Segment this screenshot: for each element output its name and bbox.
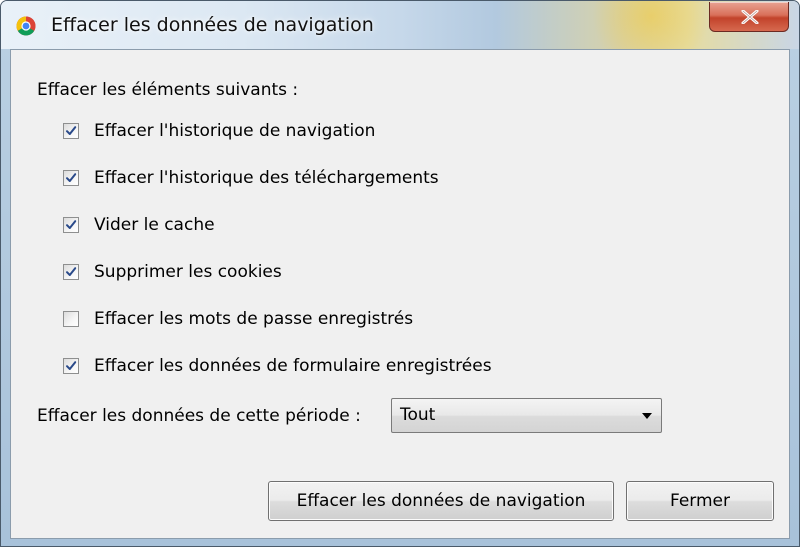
- checkbox[interactable]: [63, 358, 79, 374]
- option-row[interactable]: Effacer les mots de passe enregistrés: [63, 308, 413, 330]
- option-row[interactable]: Supprimer les cookies: [63, 261, 282, 283]
- close-icon: [741, 10, 759, 24]
- option-label: Supprimer les cookies: [94, 262, 282, 282]
- checkbox[interactable]: [63, 217, 79, 233]
- checkmark-icon: [66, 267, 77, 276]
- option-row[interactable]: Effacer l'historique des téléchargements: [63, 167, 439, 189]
- option-row[interactable]: Effacer les données de formulaire enregi…: [63, 355, 492, 377]
- option-label: Vider le cache: [94, 215, 215, 235]
- background-blur-highlight: [581, 1, 721, 49]
- dialog-content: Effacer les éléments suivants : Effacer …: [10, 49, 790, 539]
- option-row[interactable]: Effacer l'historique de navigation: [63, 120, 375, 142]
- clear-data-button[interactable]: Effacer les données de navigation: [268, 481, 614, 521]
- title-bar[interactable]: Effacer les données de navigation: [1, 1, 799, 49]
- chrome-icon: [16, 16, 36, 36]
- checkmark-icon: [66, 361, 77, 370]
- option-label: Effacer l'historique des téléchargements: [94, 168, 439, 188]
- clear-items-heading: Effacer les éléments suivants :: [37, 80, 299, 100]
- window-title: Effacer les données de navigation: [51, 14, 374, 36]
- option-row[interactable]: Vider le cache: [63, 214, 215, 236]
- checkbox[interactable]: [63, 170, 79, 186]
- period-select[interactable]: Tout: [391, 398, 662, 433]
- close-button[interactable]: Fermer: [626, 481, 774, 521]
- checkmark-icon: [66, 220, 77, 229]
- option-label: Effacer les mots de passe enregistrés: [94, 309, 414, 329]
- chevron-down-icon: [642, 413, 652, 419]
- checkbox[interactable]: [63, 264, 79, 280]
- checkbox[interactable]: [63, 123, 79, 139]
- checkmark-icon: [66, 173, 77, 182]
- option-label: Effacer les données de formulaire enregi…: [94, 356, 492, 376]
- dialog-window: Effacer les données de navigation Efface…: [0, 0, 800, 547]
- window-close-button[interactable]: [709, 2, 789, 32]
- period-select-value: Tout: [400, 405, 436, 425]
- checkbox[interactable]: [63, 311, 79, 327]
- checkmark-icon: [66, 126, 77, 135]
- period-label: Effacer les données de cette période :: [37, 406, 361, 426]
- option-label: Effacer l'historique de navigation: [94, 121, 376, 141]
